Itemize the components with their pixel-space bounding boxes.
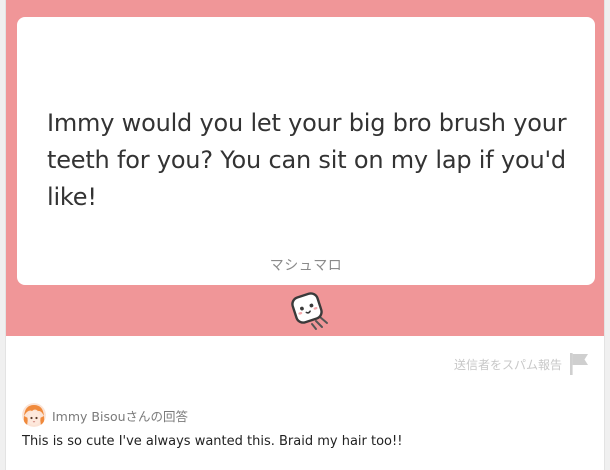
brand-label: マシュマロ	[269, 258, 343, 274]
marshmallow-icon	[291, 292, 328, 330]
answerer-name: Immy Bisouさんの回答	[52, 408, 189, 424]
question-card: Immy would you let your big bro brush yo…	[17, 17, 595, 285]
question-band: Immy would you let your big bro brush yo…	[6, 0, 604, 336]
flag-icon	[570, 353, 588, 375]
answer-page: Immy would you let your big bro brush yo…	[5, 0, 605, 470]
report-spam-button[interactable]: 送信者をスパム報告	[454, 352, 590, 376]
report-spam-label: 送信者をスパム報告	[453, 357, 562, 372]
answer-text: This is so cute I've always wanted this.…	[22, 434, 403, 449]
avatar[interactable]	[22, 403, 46, 427]
answer-header: Immy Bisouさんの回答	[22, 403, 188, 427]
question-text: Immy would you let your big bro brush yo…	[47, 109, 567, 211]
